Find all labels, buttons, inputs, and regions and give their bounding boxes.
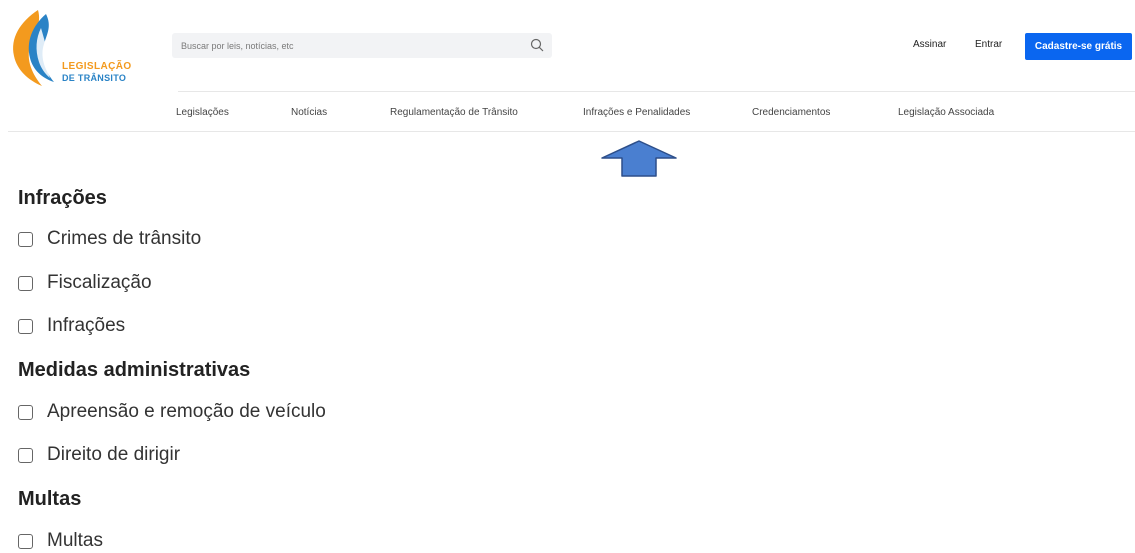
filter-option[interactable]: Infrações	[18, 314, 125, 338]
header-divider	[178, 91, 1135, 92]
logo-text-line2: DE TRÂNSITO	[62, 73, 127, 83]
site-logo[interactable]: LEGISLAÇÃO DE TRÂNSITO	[8, 8, 148, 90]
subscribe-link[interactable]: Assinar	[913, 39, 946, 50]
checkbox[interactable]	[18, 404, 33, 420]
nav-divider	[8, 131, 1135, 132]
section-heading-infracoes: Infrações	[18, 187, 107, 209]
checkbox[interactable]	[18, 318, 33, 334]
nav-item-infracoes-penalidades[interactable]: Infrações e Penalidades	[583, 107, 690, 118]
search-icon[interactable]	[530, 38, 544, 52]
filter-label: Apreensão e remoção de veículo	[47, 401, 326, 422]
login-link[interactable]: Entrar	[975, 39, 1002, 50]
section-heading-medidas-administrativas: Medidas administrativas	[18, 359, 251, 381]
filter-label: Direito de dirigir	[47, 444, 181, 465]
nav-item-credenciamentos[interactable]: Credenciamentos	[752, 107, 830, 118]
up-arrow-icon	[601, 140, 677, 177]
nav-item-noticias[interactable]: Notícias	[291, 107, 327, 118]
road-swoosh-logo-icon	[13, 10, 54, 86]
filter-option[interactable]: Crimes de trânsito	[18, 227, 201, 251]
nav-item-legislacoes[interactable]: Legislações	[176, 107, 229, 118]
logo-text-line1: LEGISLAÇÃO	[62, 61, 132, 72]
checkbox[interactable]	[18, 533, 33, 549]
filter-option[interactable]: Direito de dirigir	[18, 443, 180, 467]
nav-item-regulamentacao[interactable]: Regulamentação de Trânsito	[390, 107, 518, 118]
checkbox[interactable]	[18, 275, 33, 291]
filter-option[interactable]: Apreensão e remoção de veículo	[18, 400, 326, 424]
filter-label: Crimes de trânsito	[47, 228, 202, 249]
checkbox[interactable]	[18, 231, 33, 247]
filter-option[interactable]: Fiscalização	[18, 271, 152, 295]
filter-label: Multas	[47, 530, 103, 551]
search-input[interactable]	[181, 33, 511, 58]
signup-button[interactable]: Cadastre-se grátis	[1025, 33, 1132, 60]
checkbox[interactable]	[18, 447, 33, 463]
filter-option[interactable]: Multas	[18, 529, 103, 553]
section-heading-multas: Multas	[18, 488, 82, 510]
search-bar	[172, 33, 552, 58]
nav-item-legislacao-associada[interactable]: Legislação Associada	[898, 107, 994, 118]
filter-label: Infrações	[47, 315, 126, 336]
filter-label: Fiscalização	[47, 272, 152, 293]
